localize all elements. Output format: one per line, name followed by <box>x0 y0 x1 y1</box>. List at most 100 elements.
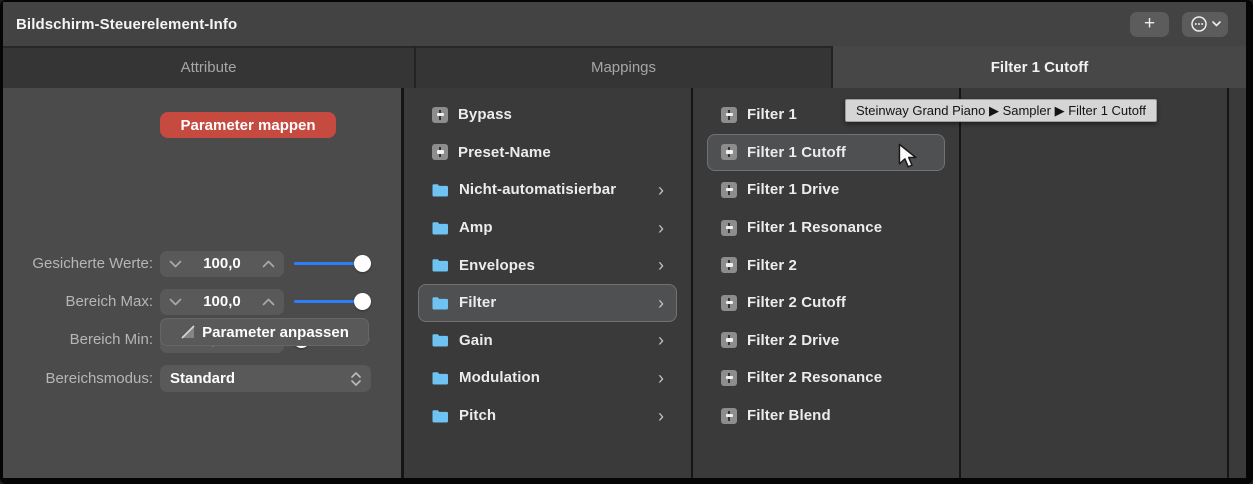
tab-filter-1-cutoff[interactable]: Filter 1 Cutoff <box>833 46 1246 88</box>
list-item[interactable]: Filter 2 Drive <box>707 322 945 360</box>
list-item[interactable]: Filter 2 <box>707 246 945 284</box>
list-item[interactable]: Nicht-automatisierbar › <box>418 171 677 209</box>
range-max-row: Bereich Max: 100,0 <box>3 288 401 315</box>
list-item[interactable]: Filter 1 Resonance <box>707 209 945 247</box>
folder-icon <box>432 409 449 423</box>
more-options-button[interactable] <box>1182 11 1228 37</box>
list-item-label: Filter 1 Drive <box>747 181 840 199</box>
browser-edge-strip <box>1229 88 1246 478</box>
tab-bar: Attribute Mappings Filter 1 Cutoff <box>3 46 1246 88</box>
mapping-path-tooltip: Steinway Grand Piano ▶ Sampler ▶ Filter … <box>845 99 1157 122</box>
folder-icon <box>432 296 449 310</box>
slider-knob[interactable] <box>354 293 371 310</box>
list-item[interactable]: Filter › <box>418 283 677 322</box>
list-item[interactable]: Filter Blend <box>707 397 945 435</box>
titlebar-buttons: + <box>1130 11 1228 37</box>
range-mode-select[interactable]: Standard <box>160 365 371 392</box>
fader-icon <box>721 332 737 349</box>
list-item-label: Envelopes <box>459 256 535 274</box>
chevron-up-icon[interactable] <box>262 293 275 311</box>
list-item-label: Pitch <box>459 407 497 425</box>
list-item[interactable]: Pitch › <box>418 397 677 435</box>
screen-control-inspector-window: Bildschirm-Steuerelement-Info + Attribut… <box>0 0 1253 484</box>
fader-icon <box>721 407 737 424</box>
list-item[interactable]: Amp › <box>418 209 677 247</box>
adjust-parameter-button[interactable]: Parameter anpassen <box>160 318 369 346</box>
list-item-label: Filter 2 Cutoff <box>747 294 846 312</box>
list-item-label: Filter 2 <box>747 256 797 274</box>
chevron-right-icon: › <box>658 255 664 276</box>
fader-icon <box>721 106 737 123</box>
list-item-label: Filter <box>459 294 497 312</box>
chevron-down-icon[interactable] <box>169 293 182 311</box>
adjust-parameter-label: Parameter anpassen <box>202 323 349 341</box>
range-mode-value: Standard <box>170 370 236 387</box>
list-item-label: Nicht-automatisierbar <box>459 181 617 199</box>
list-item[interactable]: Bypass <box>418 96 677 134</box>
list-item-label: Amp <box>459 219 493 237</box>
list-item[interactable]: Filter 1 Drive <box>707 171 945 209</box>
saved-values-slider[interactable] <box>293 255 371 273</box>
list-item-label: Filter 2 Drive <box>747 331 840 349</box>
folder-icon <box>432 371 449 385</box>
fader-icon <box>432 144 448 161</box>
map-parameter-button[interactable]: Parameter mappen <box>160 112 336 138</box>
fader-icon <box>721 181 737 198</box>
list-item-label: Filter 2 Resonance <box>747 369 883 387</box>
chevron-right-icon: › <box>658 367 664 388</box>
list-item-label: Gain <box>459 331 493 349</box>
range-max-label: Bereich Max: <box>65 293 153 310</box>
folder-icon <box>432 183 449 197</box>
list-item[interactable]: Preset-Name <box>418 134 677 172</box>
range-mode-row: Bereichsmodus: Standard <box>3 365 401 392</box>
range-min-label: Bereich Min: <box>69 331 153 348</box>
fader-icon <box>721 257 737 274</box>
list-item[interactable]: Modulation › <box>418 359 677 397</box>
fader-icon <box>721 294 737 311</box>
chevron-right-icon: › <box>658 292 664 313</box>
mapping-browser-empty-column <box>961 88 1227 478</box>
ramp-icon <box>180 324 196 340</box>
plus-icon: + <box>1143 12 1156 34</box>
list-item-label: Filter Blend <box>747 407 831 425</box>
content-area: Parameter mappen Gesicherte Werte: 100,0… <box>3 88 1246 478</box>
chevron-right-icon: › <box>658 330 664 351</box>
mouse-cursor <box>897 143 921 174</box>
range-max-slider[interactable] <box>293 293 371 311</box>
list-item[interactable]: Filter 2 Cutoff <box>707 284 945 322</box>
fader-icon <box>721 369 737 386</box>
chevron-up-icon[interactable] <box>262 255 275 273</box>
saved-values-value: 100,0 <box>203 255 241 272</box>
list-item[interactable]: Gain › <box>418 322 677 360</box>
fader-icon <box>432 106 448 123</box>
chevron-right-icon: › <box>658 217 664 238</box>
range-max-stepper[interactable]: 100,0 <box>160 288 284 315</box>
tab-mappings[interactable]: Mappings <box>416 46 831 88</box>
chevron-down-icon[interactable] <box>169 255 182 273</box>
chevron-down-icon <box>1211 21 1221 27</box>
range-mode-label: Bereichsmodus: <box>45 370 153 387</box>
folder-icon <box>432 333 449 347</box>
titlebar: Bildschirm-Steuerelement-Info + <box>3 2 1246 46</box>
fader-icon <box>721 144 737 161</box>
mapping-browser-category-column: Bypass Preset-Name Nicht-automatisierbar… <box>404 88 691 478</box>
add-mapping-button[interactable]: + <box>1130 11 1169 37</box>
chevron-right-icon: › <box>658 405 664 426</box>
list-item-label: Modulation <box>459 369 540 387</box>
list-item-label: Filter 1 Resonance <box>747 219 883 237</box>
ellipsis-circle-icon <box>1190 15 1208 33</box>
range-max-value: 100,0 <box>203 293 241 310</box>
list-item-label: Preset-Name <box>458 143 551 161</box>
list-item-label: Bypass <box>458 106 512 124</box>
tab-attribute[interactable]: Attribute <box>3 46 414 88</box>
list-item[interactable]: Envelopes › <box>418 246 677 284</box>
folder-icon <box>432 258 449 272</box>
folder-icon <box>432 221 449 235</box>
saved-values-row: Gesicherte Werte: 100,0 <box>3 250 401 277</box>
saved-values-stepper[interactable]: 100,0 <box>160 250 284 277</box>
slider-knob[interactable] <box>354 255 371 272</box>
saved-values-label: Gesicherte Werte: <box>32 255 153 272</box>
mapping-inspector-panel: Parameter mappen Gesicherte Werte: 100,0… <box>3 88 401 478</box>
list-item[interactable]: Filter 2 Resonance <box>707 359 945 397</box>
fader-icon <box>721 219 737 236</box>
